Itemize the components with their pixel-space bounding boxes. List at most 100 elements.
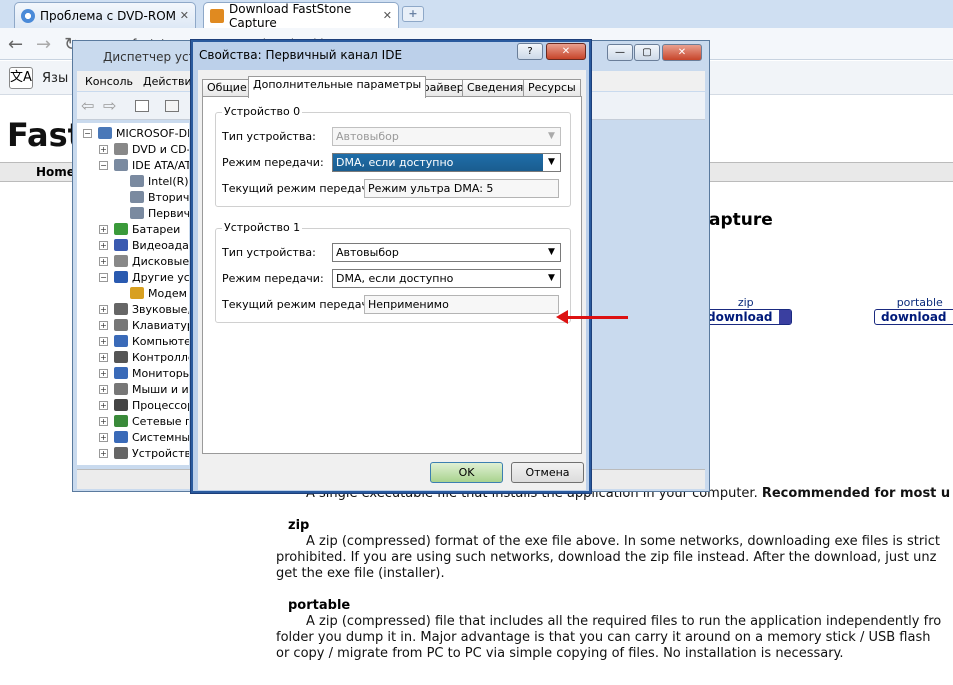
device-tree-label: Процессор <box>132 398 189 412</box>
chevron-down-icon: ▼ <box>543 244 560 261</box>
expand-icon[interactable]: + <box>99 336 108 346</box>
ok-button[interactable]: OK <box>430 462 503 483</box>
portable-download-button[interactable]: download <box>874 309 953 325</box>
expand-icon[interactable]: + <box>99 240 108 250</box>
device-tree-node[interactable]: Вторич <box>115 189 189 205</box>
device-type-label: Тип устройства: <box>222 130 316 143</box>
device-tree-node[interactable]: Первич <box>115 205 189 221</box>
help-button[interactable]: ? <box>517 43 543 60</box>
collapse-icon[interactable]: − <box>99 160 108 170</box>
tab-advanced-settings[interactable]: Дополнительные параметры <box>248 76 427 98</box>
device-tree-node[interactable]: + DVD и CD-R <box>99 141 189 157</box>
zip-text-line: prohibited. If you are using such networ… <box>276 550 937 565</box>
device-0-mode-select[interactable]: DMA, если доступно ▼ <box>332 153 561 172</box>
device-icon <box>114 223 128 235</box>
collapse-icon[interactable]: − <box>83 128 92 138</box>
forward-arrow-icon[interactable]: → <box>36 34 51 55</box>
device-tree-label: Первич <box>148 206 189 220</box>
device-tree-label: MICROSOF-DF <box>116 126 189 140</box>
expand-icon[interactable]: + <box>99 448 108 458</box>
zip-download-button[interactable]: download <box>700 309 792 325</box>
maximize-button[interactable]: ▢ <box>634 44 660 61</box>
device-1-type-value: Автовыбор <box>336 246 399 259</box>
device-tree-node[interactable]: + Контролле <box>99 349 189 365</box>
menu-console[interactable]: Консоль <box>85 75 133 88</box>
device-tree-node[interactable]: − MICROSOF-DF <box>83 125 189 141</box>
new-tab-button[interactable]: + <box>402 6 424 22</box>
browser-tab-faststone[interactable]: Download FastStone Capture ✕ <box>203 1 399 30</box>
translate-icon[interactable]: 文A <box>9 67 33 89</box>
device-icon <box>114 447 128 459</box>
device-tree-label: Клавиатур <box>132 318 189 332</box>
expand-icon[interactable]: + <box>99 320 108 330</box>
page-heading: apture <box>709 210 773 230</box>
device-tree-node[interactable]: + Мониторы <box>99 365 189 381</box>
faststone-favicon-icon <box>210 8 224 23</box>
properties-view-icon[interactable] <box>135 100 149 112</box>
device-tree-node[interactable]: Модем <box>115 285 187 301</box>
close-tab-icon[interactable]: ✕ <box>383 9 392 22</box>
forward-arrow-icon[interactable]: ⇨ <box>103 96 116 115</box>
device-manager-title: Диспетчер устр <box>103 50 204 64</box>
translate-bar-text: Язы <box>42 71 69 86</box>
device-tree-label: Батареи <box>132 222 181 236</box>
device-tree-node[interactable]: + Сетевые п <box>99 413 189 429</box>
minimize-button[interactable]: — <box>607 44 633 61</box>
expand-icon[interactable]: + <box>99 224 108 234</box>
device-tree-node[interactable]: + Видеоадап <box>99 237 189 253</box>
device-icon <box>114 239 128 251</box>
expand-icon[interactable]: + <box>99 144 108 154</box>
expand-icon[interactable]: + <box>99 352 108 362</box>
expand-icon[interactable]: + <box>99 256 108 266</box>
device-tree-node[interactable]: + Процессор <box>99 397 189 413</box>
expand-icon[interactable]: + <box>99 432 108 442</box>
dialog-body: Общие Дополнительные параметры Драйвер С… <box>198 70 586 490</box>
tab-resources[interactable]: Ресурсы <box>523 79 581 97</box>
device-1-type-select[interactable]: Автовыбор ▼ <box>332 243 561 262</box>
tab-general[interactable]: Общие <box>202 79 252 97</box>
device-tree-label: Мыши и ин <box>132 382 189 396</box>
device-tree-label: Вторич <box>148 190 189 204</box>
browser-tab-title: Download FastStone Capture <box>229 1 352 30</box>
device-tree-node[interactable]: + Системные <box>99 429 189 445</box>
device-icon <box>114 319 128 331</box>
expand-icon[interactable]: + <box>99 304 108 314</box>
device-icon <box>114 415 128 427</box>
device-tree-node[interactable]: − IDE ATA/AT <box>99 157 189 173</box>
device-tree-node[interactable]: + Звуковые, <box>99 301 189 317</box>
dialog-close-button[interactable]: ✕ <box>546 43 586 60</box>
browser-tab-dvd-rom[interactable]: Проблема с DVD-ROM ✕ <box>14 2 196 28</box>
expand-icon[interactable]: + <box>99 400 108 410</box>
device-icon <box>114 335 128 347</box>
details-view-icon[interactable] <box>165 100 179 112</box>
close-tab-icon[interactable]: ✕ <box>180 9 189 22</box>
device-tree-label: Компьютер <box>132 334 189 348</box>
back-arrow-icon[interactable]: ← <box>8 34 23 55</box>
device-tree-node[interactable]: + Батареи <box>99 221 180 237</box>
collapse-icon[interactable]: − <box>99 272 108 282</box>
device-tree-node[interactable]: + Устройств <box>99 445 189 461</box>
device-tree-label: Дисковые <box>132 254 189 268</box>
device-1-mode-select[interactable]: DMA, если доступно ▼ <box>332 269 561 288</box>
device-0-type-select[interactable]: Автовыбор ▼ <box>332 127 561 146</box>
device-tree-node[interactable]: + Дисковые <box>99 253 189 269</box>
device-tree-node[interactable]: + Клавиатур <box>99 317 189 333</box>
cancel-button[interactable]: Отмена <box>511 462 584 483</box>
device-tree-node[interactable]: + Мыши и ин <box>99 381 189 397</box>
close-button[interactable]: ✕ <box>662 44 702 61</box>
device-1-title: Устройство 1 <box>222 221 303 234</box>
device-icon <box>114 431 128 443</box>
back-arrow-icon[interactable]: ⇦ <box>81 96 94 115</box>
menu-home-link[interactable]: Home <box>36 165 75 179</box>
device-icon <box>114 159 128 171</box>
expand-icon[interactable]: + <box>99 384 108 394</box>
device-tree-node[interactable]: + Компьютер <box>99 333 189 349</box>
tab-details[interactable]: Сведения <box>462 79 529 97</box>
device-tree-node[interactable]: − Другие уст <box>99 269 189 285</box>
device-tree-node[interactable]: Intel(R) <box>115 173 189 189</box>
expand-icon[interactable]: + <box>99 368 108 378</box>
expand-icon[interactable]: + <box>99 416 108 426</box>
device-icon <box>130 175 144 187</box>
annotation-arrow-head-icon <box>556 310 568 324</box>
device-icon <box>114 303 128 315</box>
